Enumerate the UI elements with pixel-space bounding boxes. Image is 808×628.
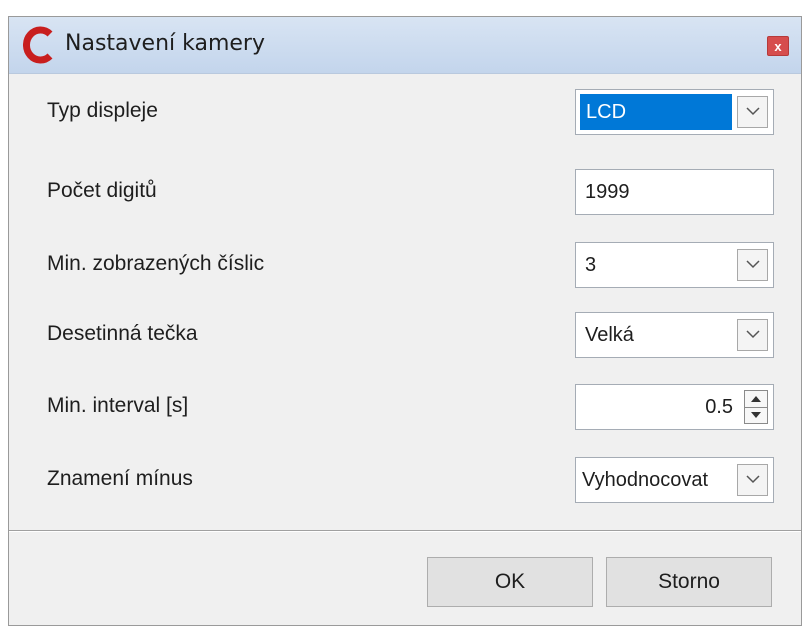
digit-count-input[interactable]: 1999	[575, 169, 774, 215]
min-displayed-digits-dropdown[interactable]: 3	[575, 242, 774, 288]
digit-count-value: 1999	[585, 181, 630, 203]
minus-sign-value: Vyhodnocovat	[582, 469, 709, 491]
spinner-up-button[interactable]	[745, 391, 767, 408]
ok-button[interactable]: OK	[427, 557, 593, 607]
button-separator	[9, 530, 801, 532]
field-row-min-displayed-digits: Min. zobrazených číslic 3	[9, 242, 801, 290]
spinner-down-button[interactable]	[745, 407, 767, 423]
app-logo-icon	[23, 26, 53, 64]
min-displayed-digits-dropdown-button[interactable]	[737, 249, 768, 281]
decimal-point-dropdown-button[interactable]	[737, 319, 768, 351]
min-interval-value: 0.5	[705, 396, 733, 418]
digit-count-label: Počet digitů	[47, 179, 157, 202]
minus-sign-dropdown-button[interactable]	[737, 464, 768, 496]
min-interval-spinner[interactable]: 0.5	[575, 384, 774, 430]
display-type-value: LCD	[580, 94, 732, 130]
title-bar[interactable]: Nastavení kamery x	[9, 17, 801, 74]
spinner-arrows-icon	[744, 390, 768, 424]
display-type-dropdown[interactable]: LCD	[575, 89, 774, 135]
minus-sign-label: Znamení mínus	[47, 467, 193, 490]
display-type-dropdown-button[interactable]	[737, 96, 768, 128]
chevron-down-icon	[746, 107, 760, 116]
chevron-down-icon	[746, 475, 760, 484]
field-row-digit-count: Počet digitů 1999	[9, 169, 801, 217]
chevron-down-icon	[746, 330, 760, 339]
decimal-point-value: Velká	[585, 324, 634, 346]
chevron-down-icon	[746, 260, 760, 269]
display-type-label: Typ displeje	[47, 99, 158, 122]
field-row-min-interval: Min. interval [s] 0.5	[9, 384, 801, 432]
arrow-up-icon	[751, 396, 761, 402]
field-row-display-type: Typ displeje LCD	[9, 89, 801, 137]
field-row-decimal-point: Desetinná tečka Velká	[9, 312, 801, 360]
minus-sign-dropdown[interactable]: Vyhodnocovat	[575, 457, 774, 503]
window-title: Nastavení kamery	[65, 31, 265, 56]
camera-settings-dialog: Nastavení kamery x Typ displeje LCD Poče…	[8, 16, 802, 626]
close-button[interactable]: x	[767, 36, 789, 56]
min-interval-label: Min. interval [s]	[47, 394, 189, 417]
close-icon: x	[774, 39, 782, 54]
min-displayed-digits-label: Min. zobrazených číslic	[47, 252, 265, 275]
min-displayed-digits-value: 3	[585, 254, 597, 276]
arrow-down-icon	[751, 412, 761, 418]
field-row-minus-sign: Znamení mínus Vyhodnocovat	[9, 457, 801, 505]
cancel-button[interactable]: Storno	[606, 557, 772, 607]
decimal-point-dropdown[interactable]: Velká	[575, 312, 774, 358]
decimal-point-label: Desetinná tečka	[47, 322, 198, 345]
